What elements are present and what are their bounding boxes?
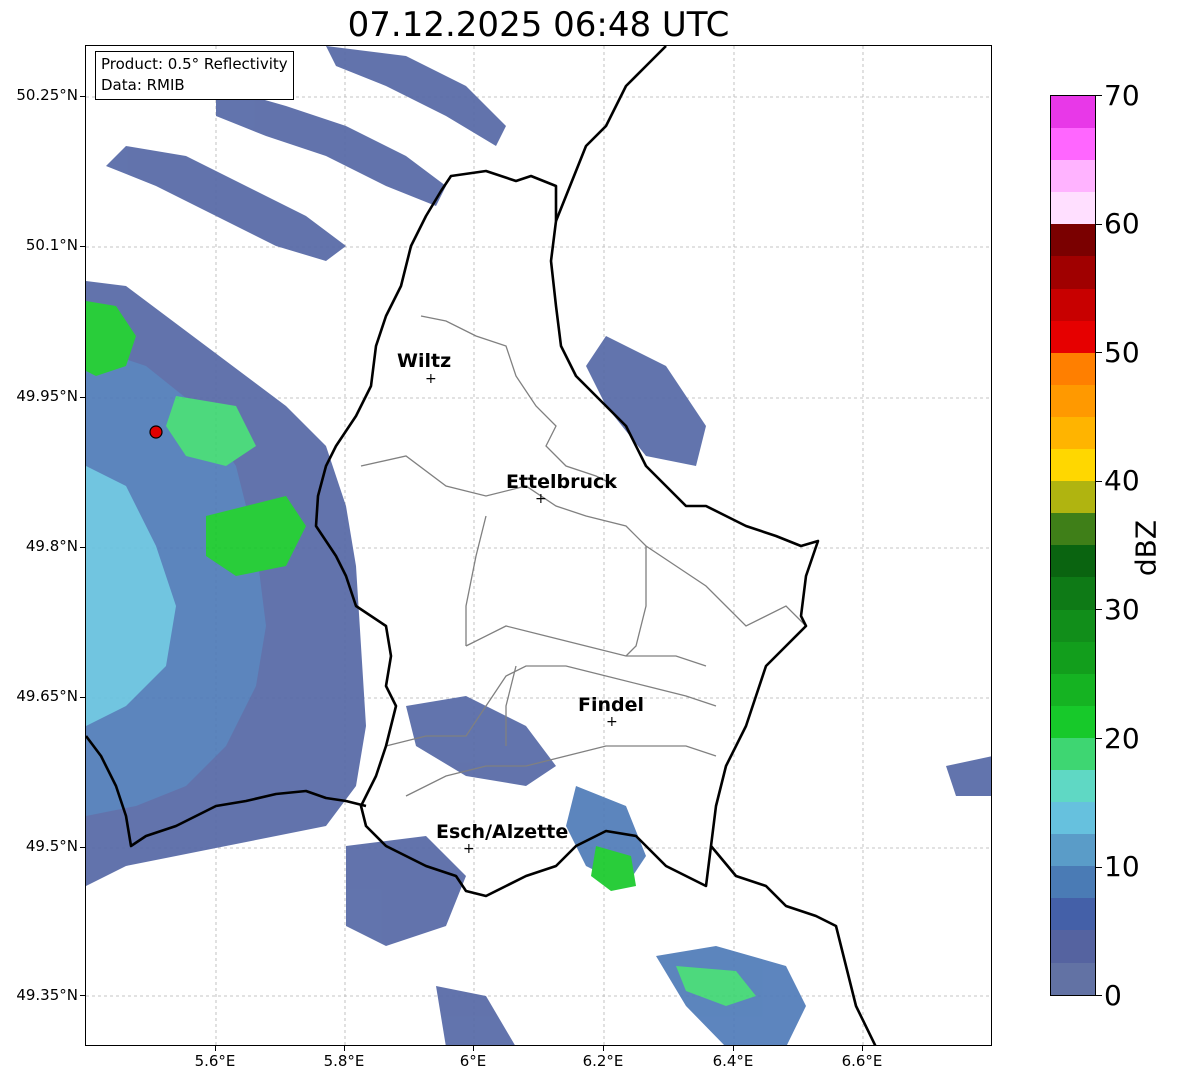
radar-map[interactable]	[85, 45, 992, 1046]
colorbar-tick	[1096, 95, 1102, 96]
colorbar-tick-label: 60	[1104, 207, 1140, 240]
city-marker-findel: +	[606, 714, 618, 730]
luxembourg-border	[314, 169, 820, 898]
lon-tick	[862, 1046, 863, 1051]
colorbar-segment	[1051, 352, 1095, 385]
colorbar-segment	[1051, 288, 1095, 321]
lon-tick	[603, 1046, 604, 1051]
lat-label: 50.25°N	[16, 86, 78, 104]
colorbar-tick	[1096, 352, 1102, 353]
colorbar	[1050, 95, 1096, 996]
colorbar-tick-label: 0	[1104, 979, 1122, 1012]
lat-tick	[80, 246, 85, 247]
echo-far-east	[946, 756, 991, 796]
lat-tick	[80, 397, 85, 398]
colorbar-segment	[1051, 256, 1095, 289]
radar-site-marker	[149, 425, 163, 439]
colorbar-tick	[1096, 481, 1102, 482]
colorbar-segment	[1051, 481, 1095, 514]
colorbar-segment	[1051, 384, 1095, 417]
colorbar-tick	[1096, 609, 1102, 610]
lon-label: 6.4°E	[712, 1052, 754, 1070]
colorbar-segment	[1051, 545, 1095, 578]
colorbar-segment	[1051, 128, 1095, 161]
echo-north-top	[216, 86, 446, 206]
lon-label: 6.2°E	[582, 1052, 624, 1070]
colorbar-segment	[1051, 160, 1095, 193]
lat-label: 49.95°N	[16, 387, 78, 405]
colorbar-segment	[1051, 866, 1095, 899]
colorbar-segment	[1051, 96, 1095, 129]
colorbar-segment	[1051, 769, 1095, 803]
city-label-esch-alzette: Esch/Alzette	[436, 821, 569, 843]
colorbar-tick	[1096, 867, 1102, 868]
lon-tick	[344, 1046, 345, 1051]
colorbar-segment	[1051, 609, 1095, 642]
lon-tick	[473, 1046, 474, 1051]
lon-tick	[215, 1046, 216, 1051]
lat-tick	[80, 697, 85, 698]
lat-tick	[80, 847, 85, 848]
lon-label: 5.6°E	[194, 1052, 236, 1070]
lon-label: 5.8°E	[323, 1052, 365, 1070]
colorbar-segment	[1051, 416, 1095, 450]
belgium-germany-border-north	[554, 46, 667, 222]
data-source-label: Data: RMIB	[101, 76, 185, 94]
colorbar-segment	[1051, 834, 1095, 867]
lon-tick	[733, 1046, 734, 1051]
product-info-box: Product: 0.5° Reflectivity Data: RMIB	[95, 51, 294, 100]
colorbar-tick	[1096, 738, 1102, 739]
lat-label: 49.65°N	[16, 687, 78, 705]
map-title: 07.12.2025 06:48 UTC	[347, 5, 730, 45]
colorbar-segment	[1051, 705, 1095, 738]
radar-map-canvas	[86, 46, 991, 1045]
colorbar-segment	[1051, 320, 1095, 353]
colorbar-tick-label: 30	[1104, 593, 1140, 626]
colorbar-segment	[1051, 449, 1095, 482]
lat-label: 50.1°N	[25, 236, 78, 254]
colorbar-segment	[1051, 673, 1095, 706]
colorbar-segment	[1051, 802, 1095, 835]
colorbar-segment	[1051, 930, 1095, 963]
colorbar-segment	[1051, 513, 1095, 546]
colorbar-segment	[1051, 192, 1095, 225]
city-marker-ettelbruck: +	[535, 491, 547, 507]
lat-label: 49.8°N	[25, 537, 78, 555]
colorbar-segment	[1051, 962, 1095, 995]
colorbar-tick	[1096, 224, 1102, 225]
lon-label: 6°E	[459, 1052, 487, 1070]
echo-south-bottom	[436, 986, 515, 1045]
colorbar-tick	[1096, 995, 1102, 996]
city-label-findel: Findel	[578, 694, 645, 716]
city-label-ettelbruck: Ettelbruck	[506, 471, 617, 493]
colorbar-segment	[1051, 737, 1095, 770]
echo-sw-streaks	[346, 836, 466, 946]
echo-center-south	[406, 696, 556, 786]
colorbar-unit-label: dBZ	[1129, 519, 1163, 577]
product-label: Product: 0.5° Reflectivity	[101, 55, 288, 73]
lat-label: 49.35°N	[16, 986, 78, 1004]
lon-label: 6.6°E	[841, 1052, 883, 1070]
colorbar-segment	[1051, 898, 1095, 931]
colorbar-segment	[1051, 224, 1095, 257]
colorbar-segment	[1051, 577, 1095, 610]
city-marker-wiltz: +	[425, 371, 437, 387]
radar-echoes	[86, 46, 991, 1045]
colorbar-tick-label: 20	[1104, 722, 1140, 755]
lat-tick	[80, 547, 85, 548]
city-marker-esch-alzette: +	[463, 841, 475, 857]
colorbar-tick-label: 10	[1104, 850, 1140, 883]
lat-label: 49.5°N	[25, 837, 78, 855]
echo-north-band	[106, 146, 346, 261]
echo-east-cluster	[586, 336, 706, 466]
colorbar-tick-label: 50	[1104, 336, 1140, 369]
lat-tick	[80, 995, 85, 996]
colorbar-segment	[1051, 641, 1095, 674]
colorbar-tick-label: 40	[1104, 464, 1140, 497]
colorbar-tick-label: 70	[1104, 79, 1140, 112]
city-label-wiltz: Wiltz	[397, 350, 452, 372]
lat-tick	[80, 96, 85, 97]
